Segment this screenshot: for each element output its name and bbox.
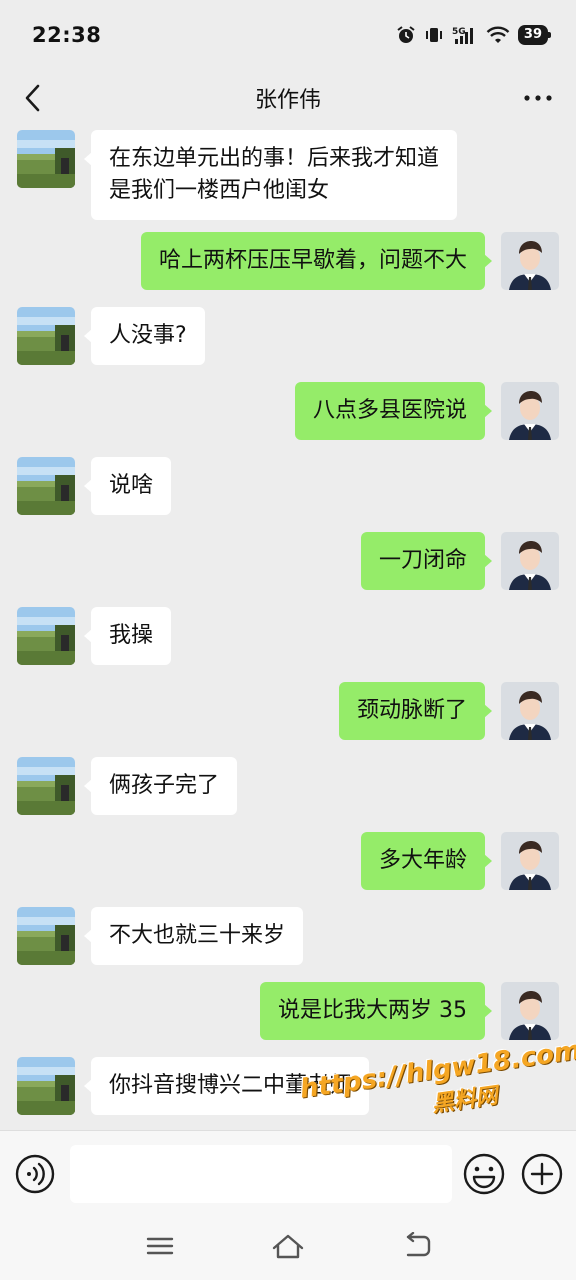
battery-indicator: 39 xyxy=(517,25,552,45)
message-input[interactable] xyxy=(70,1145,452,1203)
self-avatar[interactable] xyxy=(501,232,559,290)
emoji-icon[interactable] xyxy=(462,1152,506,1196)
back-icon[interactable] xyxy=(402,1232,432,1260)
self-avatar[interactable] xyxy=(501,382,559,440)
message-bubble[interactable]: 我操 xyxy=(83,607,172,665)
menu-icon[interactable] xyxy=(146,1232,174,1260)
message-bubble[interactable]: 八点多县医院说 xyxy=(294,382,493,440)
message-bubble[interactable]: 哈上两杯压压早歇着，问题不大 xyxy=(140,232,493,290)
signal-5g-icon: 5G xyxy=(452,27,473,44)
message-bubble[interactable]: 人没事? xyxy=(84,307,205,365)
message-bubble[interactable]: 多大年龄 xyxy=(360,832,493,890)
chat-title: 张作伟 xyxy=(254,88,321,113)
self-avatar[interactable] xyxy=(501,532,559,590)
message-bubble[interactable]: 说是比我大两岁 35 xyxy=(260,982,492,1040)
message-bubble[interactable]: 说啥 xyxy=(83,457,172,515)
contact-avatar[interactable] xyxy=(17,457,75,515)
home-icon[interactable] xyxy=(272,1232,304,1260)
system-navigation-bar xyxy=(0,1216,576,1280)
contact-avatar[interactable] xyxy=(17,1057,75,1115)
svg-text:5G: 5G xyxy=(452,27,466,37)
status-icons: 5G 39 xyxy=(396,25,552,45)
self-avatar[interactable] xyxy=(501,982,559,1040)
contact-avatar[interactable] xyxy=(17,130,75,188)
message-bubble[interactable]: 一刀闭命 xyxy=(360,532,493,590)
message-bubble[interactable]: 俩孩子完了 xyxy=(83,757,238,815)
contact-avatar[interactable] xyxy=(17,607,75,665)
chat-header: 张作伟 xyxy=(0,70,576,126)
wifi-icon xyxy=(486,26,510,43)
contact-avatar[interactable] xyxy=(17,307,75,365)
contact-avatar[interactable] xyxy=(17,907,75,965)
message-list[interactable]: 在东边单元出的事！后来我才知道 是我们一楼西户他闺女 哈上两杯压压早歇着，问题不… xyxy=(0,126,576,1130)
voice-input-icon[interactable] xyxy=(14,1153,56,1195)
self-avatar[interactable] xyxy=(501,682,559,740)
vibrate-icon xyxy=(425,28,442,42)
contact-avatar[interactable] xyxy=(17,757,75,815)
message-bubble[interactable]: 颈动脉断了 xyxy=(338,682,493,740)
status-time: 22:38 xyxy=(32,23,102,47)
plus-icon[interactable] xyxy=(520,1152,564,1196)
message-bubble[interactable]: 在东边单元出的事！后来我才知道 是我们一楼西户他闺女 xyxy=(83,130,458,220)
self-avatar[interactable] xyxy=(501,832,559,890)
status-bar: 22:38 5G 39 xyxy=(0,0,576,70)
back-arrow-icon[interactable] xyxy=(18,82,50,114)
input-bar xyxy=(0,1130,576,1217)
message-bubble[interactable]: 不大也就三十来岁 xyxy=(83,907,304,965)
alarm-icon xyxy=(397,26,415,43)
more-options-icon[interactable] xyxy=(522,88,554,108)
